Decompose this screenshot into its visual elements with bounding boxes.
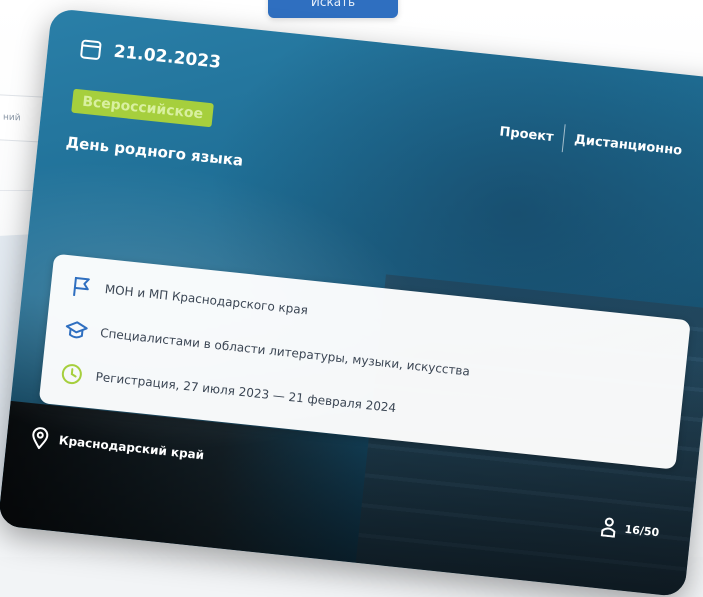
calendar-icon: [80, 39, 102, 60]
registration-text: Регистрация, 27 июля 2023 — 21 февраля 2…: [94, 369, 397, 416]
tag-separator: [562, 124, 566, 153]
flag-icon: [68, 273, 94, 299]
clock-icon: [59, 361, 85, 387]
organizer-row: МОН и МП Краснодарского края: [68, 273, 309, 322]
participants-text: 16/50: [624, 522, 660, 539]
search-button[interactable]: Искать: [268, 0, 398, 18]
person-icon: [600, 517, 616, 538]
tag-project: Проект: [498, 123, 555, 145]
tag-remote: Дистанционно: [573, 131, 683, 159]
event-card[interactable]: 21.02.2023 Всероссийское День родного яз…: [0, 8, 703, 597]
location-pin-icon: [32, 427, 49, 450]
organizer-text: МОН и МП Краснодарского края: [104, 282, 309, 318]
graduation-cap-icon: [63, 317, 89, 343]
